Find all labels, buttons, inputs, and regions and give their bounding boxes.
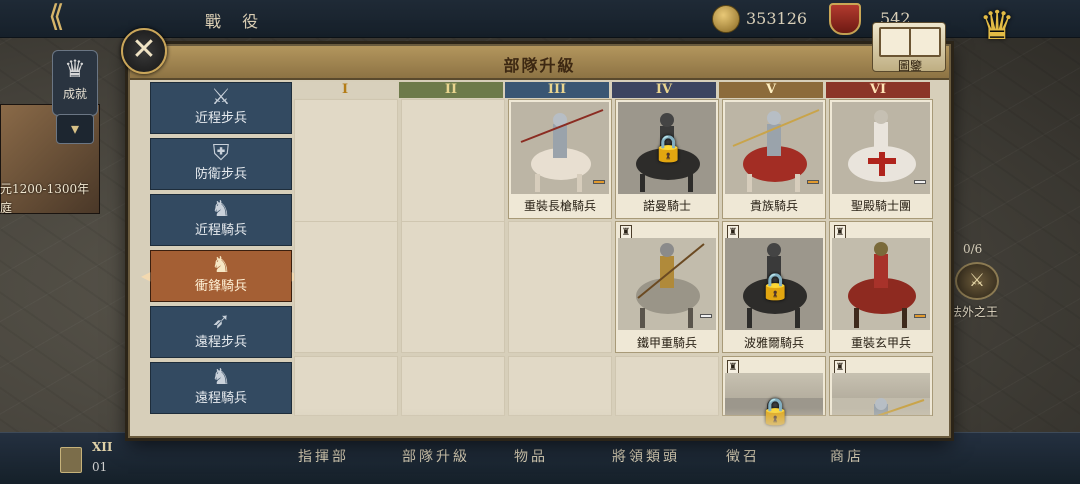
nav-headquarters[interactable]: 指揮部 <box>298 446 349 466</box>
category-label: 近程騎兵 <box>194 223 247 238</box>
empty-slot <box>294 99 398 231</box>
level-bar <box>807 180 819 184</box>
unit-card[interactable]: ♜ 鐵甲重騎兵 <box>615 221 719 353</box>
unit-card[interactable]: 🔒 諾曼騎士 <box>615 99 719 219</box>
lock-icon: 🔒 <box>652 134 685 164</box>
dialog-title: 部隊升級 <box>503 56 576 75</box>
unit-name: 重裝長槍騎兵 <box>523 199 596 213</box>
unit-card[interactable]: ♜ 🔒 波雅爾騎兵 <box>722 221 826 353</box>
era-label: 元1200-1300年 <box>0 182 90 196</box>
tier-header-1: I <box>293 82 397 98</box>
category-label: 遠程騎兵 <box>194 391 247 406</box>
nav-recruit[interactable]: 徵召 <box>726 446 760 466</box>
mounted-archer-icon: ♞ <box>211 365 231 390</box>
unit-card[interactable]: 貴族騎兵 <box>722 99 826 219</box>
category-label: 衝鋒騎兵 <box>194 279 247 294</box>
open-book-icon <box>879 27 941 57</box>
dialog-header: 部隊升級 <box>130 46 949 80</box>
nav-generals[interactable]: 將領類頭 <box>612 446 680 466</box>
expand-chevron-icon[interactable]: ▾ <box>56 114 94 144</box>
achievements-button[interactable]: ♛ 成就 <box>52 50 98 116</box>
tier-header-2: II <box>399 82 503 98</box>
close-x-icon[interactable]: ✕ <box>121 28 167 74</box>
crossbow-icon: ➶ <box>211 309 231 334</box>
empty-slot <box>401 99 505 231</box>
empty-slot <box>401 221 505 353</box>
category-shock-cavalry[interactable]: ◀ ♞ 衝鋒騎兵 ▶ <box>141 250 301 302</box>
level-bar <box>914 314 926 318</box>
nav-items[interactable]: 物品 <box>514 446 548 466</box>
unit-name: 聖殿騎士團 <box>850 199 911 213</box>
save-icon[interactable] <box>60 447 82 473</box>
level-bar <box>593 180 605 184</box>
nav-shop[interactable]: 商店 <box>830 446 864 466</box>
unit-name: 貴族騎兵 <box>749 199 798 213</box>
tier-header-3: III <box>505 82 609 98</box>
unit-name: 諾曼騎士 <box>642 199 691 213</box>
back-arrow-icon[interactable]: ⟪ <box>48 2 88 32</box>
unit-card[interactable]: ♜ 重裝玄甲兵 <box>829 221 933 353</box>
unit-name: 波雅爾騎兵 <box>743 336 804 350</box>
achievements-label: 成就 <box>62 87 87 101</box>
tier-header-5: V <box>719 82 823 98</box>
level-bar <box>914 180 926 184</box>
scroll-fade <box>292 408 932 436</box>
crown-icon[interactable]: ♛ <box>968 6 1026 50</box>
category-defense-infantry[interactable]: ⛨ 防衛步兵 <box>150 138 292 190</box>
objective-progress: 0/6 <box>963 242 983 256</box>
selected-left-arrow-icon: ◀ <box>141 269 151 283</box>
category-ranged-infantry[interactable]: ➶ 遠程步兵 <box>150 306 292 358</box>
unit-card[interactable]: 聖殿騎士團 <box>829 99 933 219</box>
category-label: 近程步兵 <box>194 111 247 126</box>
trophy-icon: ♛ <box>64 55 86 83</box>
codex-button[interactable]: 圖鑒 <box>872 22 946 73</box>
tier-header-6: VI <box>826 82 930 98</box>
coin-amount: 353126 <box>746 9 808 28</box>
unit-card[interactable]: ♜ 🔒 <box>722 356 826 427</box>
empty-slot <box>401 356 505 416</box>
empty-slot <box>294 356 398 416</box>
nav-troop-upgrade[interactable]: 部隊升級 <box>402 446 470 466</box>
unit-name: 鐵甲重騎兵 <box>636 336 697 350</box>
category-label: 防衛步兵 <box>194 167 247 182</box>
category-ranged-cavalry[interactable]: ♞ 遠程騎兵 <box>150 362 292 414</box>
empty-slot <box>615 356 719 416</box>
crossed-swords-icon: ⚔ <box>211 85 231 110</box>
codex-label: 圖鑒 <box>897 59 922 73</box>
lance-horse-icon: ♞ <box>211 253 231 278</box>
horse-head-icon: ♞ <box>211 197 231 222</box>
lock-icon: 🔒 <box>759 272 792 302</box>
chapter-sub: 01 <box>92 460 108 474</box>
unit-card[interactable]: 重裝長槍騎兵 <box>508 99 612 219</box>
objective-label: 法外之王 <box>950 305 999 319</box>
shield-icon: ⛨ <box>212 141 230 166</box>
category-melee-infantry[interactable]: ⚔ 近程步兵 <box>150 82 292 134</box>
empty-slot <box>294 221 398 353</box>
crest-icon <box>829 3 861 35</box>
unit-card[interactable]: ♜ <box>829 356 933 416</box>
tier-header-4: IV <box>612 82 716 98</box>
category-label: 遠程步兵 <box>194 335 247 350</box>
level-bar <box>700 314 712 318</box>
page-title: 戰 役 <box>205 12 267 31</box>
category-melee-cavalry[interactable]: ♞ 近程騎兵 <box>150 194 292 246</box>
coin-icon <box>712 5 740 33</box>
laurel-badge-icon[interactable]: ⚔ <box>955 262 999 300</box>
empty-slot <box>508 221 612 353</box>
era-sub-label: 庭 <box>0 201 13 215</box>
empty-slot <box>508 356 612 416</box>
chapter-roman: XII <box>92 440 113 454</box>
unit-name: 重裝玄甲兵 <box>850 336 911 350</box>
